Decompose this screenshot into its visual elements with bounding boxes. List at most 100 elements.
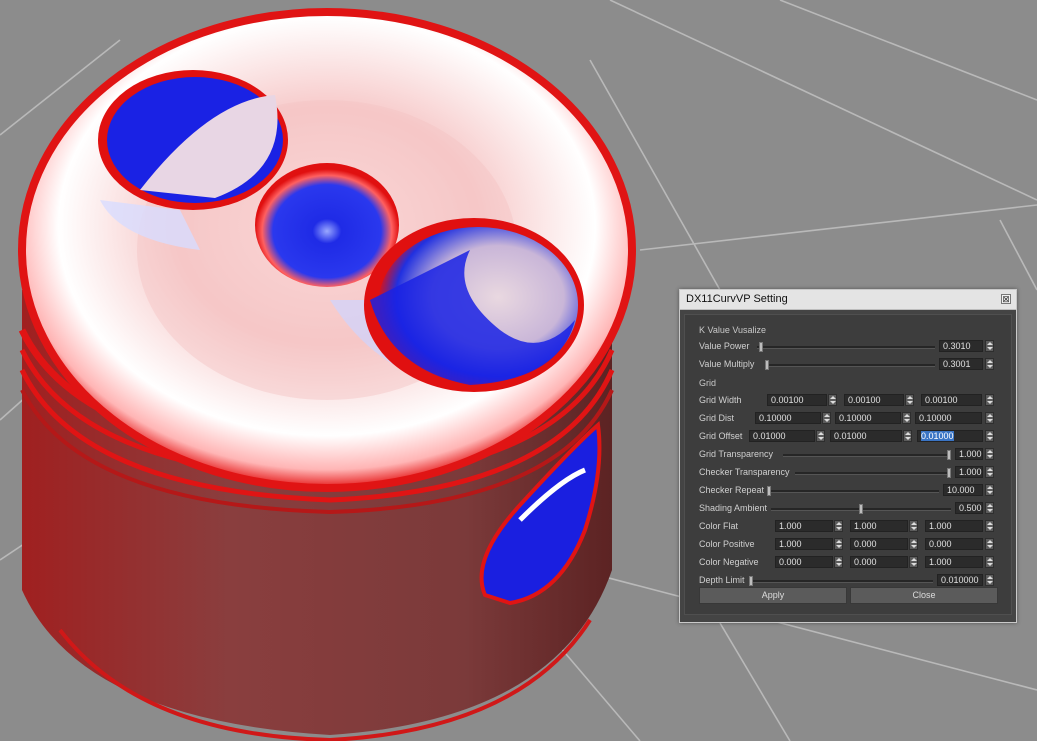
grid-dist-z-spinner[interactable] <box>985 412 994 424</box>
grid-transparency-spinner[interactable] <box>985 448 994 460</box>
grid-dist-y-spinner[interactable] <box>902 412 911 424</box>
grid-width-z-field[interactable]: 0.00100 <box>921 394 982 406</box>
depth-limit-field[interactable]: 0.010000 <box>937 574 983 586</box>
color-negative-r-field[interactable]: 0.000 <box>775 556 833 568</box>
checker-transparency-slider-thumb[interactable] <box>947 468 951 478</box>
grid-width-y-spinner[interactable] <box>905 394 914 406</box>
value-multiply-value: 0.3001 <box>943 359 971 369</box>
grid-width-x-spinner[interactable] <box>828 394 837 406</box>
color-flat-g-value: 1.000 <box>854 521 877 531</box>
shading-ambient-slider-thumb[interactable] <box>859 504 863 514</box>
row-value-power: Value Power 0.3010 <box>699 338 1011 356</box>
dialog-titlebar[interactable]: DX11CurvVP Setting ⊠ <box>680 290 1016 310</box>
checker-repeat-value: 10.000 <box>947 485 975 495</box>
grid-dist-z-field[interactable]: 0.10000 <box>915 412 982 424</box>
apply-button[interactable]: Apply <box>699 587 847 604</box>
color-positive-b-spinner[interactable] <box>985 538 994 550</box>
row-grid-dist: Grid Dist 0.10000 0.10000 0.10000 <box>699 410 1011 428</box>
value-multiply-label: Value Multiply <box>699 359 755 369</box>
value-power-label: Value Power <box>699 341 750 351</box>
color-flat-g-field[interactable]: 1.000 <box>850 520 908 532</box>
grid-offset-x-value: 0.01000 <box>753 431 786 441</box>
grid-dist-y-field[interactable]: 0.10000 <box>835 412 901 424</box>
color-positive-b-field[interactable]: 0.000 <box>925 538 983 550</box>
color-positive-g-field[interactable]: 0.000 <box>850 538 908 550</box>
shading-ambient-value: 0.500 <box>959 503 982 513</box>
color-positive-r-field[interactable]: 1.000 <box>775 538 833 550</box>
value-power-slider-thumb[interactable] <box>759 342 763 352</box>
grid-dist-x-spinner[interactable] <box>822 412 831 424</box>
color-negative-g-field[interactable]: 0.000 <box>850 556 908 568</box>
color-negative-r-spinner[interactable] <box>834 556 843 568</box>
grid-width-x-field[interactable]: 0.00100 <box>767 394 827 406</box>
checker-transparency-field[interactable]: 1.000 <box>955 466 983 478</box>
shading-ambient-label: Shading Ambient <box>699 503 768 513</box>
checker-repeat-spinner[interactable] <box>985 484 994 496</box>
value-multiply-slider[interactable] <box>765 360 935 370</box>
value-power-value: 0.3010 <box>943 341 971 351</box>
row-shading-ambient: Shading Ambient 0.500 <box>699 500 1011 518</box>
value-power-field[interactable]: 0.3010 <box>939 340 983 352</box>
color-negative-g-spinner[interactable] <box>909 556 918 568</box>
depth-limit-spinner[interactable] <box>985 574 994 586</box>
shading-ambient-slider[interactable] <box>771 504 951 514</box>
depth-limit-value: 0.010000 <box>941 575 979 585</box>
color-negative-b-value: 1.000 <box>929 557 952 567</box>
row-checker-transparency: Checker Transparency 1.000 <box>699 464 1011 482</box>
value-multiply-spinner[interactable] <box>985 358 994 370</box>
grid-width-y-field[interactable]: 0.00100 <box>844 394 904 406</box>
close-icon[interactable]: ⊠ <box>1001 294 1011 304</box>
color-flat-b-spinner[interactable] <box>985 520 994 532</box>
color-positive-r-spinner[interactable] <box>834 538 843 550</box>
color-flat-b-field[interactable]: 1.000 <box>925 520 983 532</box>
color-negative-b-field[interactable]: 1.000 <box>925 556 983 568</box>
value-power-slider[interactable] <box>757 342 935 352</box>
section-k-value: K Value Vusalize <box>699 325 767 335</box>
depth-limit-slider[interactable] <box>749 576 933 586</box>
dialog-content: K Value Vusalize Value Power 0.3010 Valu… <box>684 314 1012 615</box>
section-grid: Grid <box>699 378 717 388</box>
grid-offset-y-spinner[interactable] <box>903 430 912 442</box>
checker-transparency-spinner[interactable] <box>985 466 994 478</box>
color-positive-b-value: 0.000 <box>929 539 952 549</box>
grid-offset-z-spinner[interactable] <box>985 430 994 442</box>
close-button[interactable]: Close <box>850 587 998 604</box>
grid-offset-y-field[interactable]: 0.01000 <box>830 430 902 442</box>
color-flat-g-spinner[interactable] <box>909 520 918 532</box>
color-flat-label: Color Flat <box>699 521 739 531</box>
checker-repeat-label: Checker Repeat <box>699 485 765 495</box>
color-flat-r-spinner[interactable] <box>834 520 843 532</box>
shading-ambient-field[interactable]: 0.500 <box>955 502 983 514</box>
color-flat-r-value: 1.000 <box>779 521 802 531</box>
checker-repeat-slider-thumb[interactable] <box>767 486 771 496</box>
depth-limit-label: Depth Limit <box>699 575 745 585</box>
grid-width-z-spinner[interactable] <box>985 394 994 406</box>
value-multiply-slider-thumb[interactable] <box>765 360 769 370</box>
value-multiply-field[interactable]: 0.3001 <box>939 358 983 370</box>
checker-transparency-value: 1.000 <box>959 467 982 477</box>
grid-offset-x-field[interactable]: 0.01000 <box>749 430 815 442</box>
color-positive-g-spinner[interactable] <box>909 538 918 550</box>
checker-transparency-slider[interactable] <box>795 468 951 478</box>
grid-dist-z-value: 0.10000 <box>919 413 952 423</box>
grid-transparency-field[interactable]: 1.000 <box>955 448 983 460</box>
shading-ambient-spinner[interactable] <box>985 502 994 514</box>
color-flat-r-field[interactable]: 1.000 <box>775 520 833 532</box>
value-power-spinner[interactable] <box>985 340 994 352</box>
color-negative-g-value: 0.000 <box>854 557 877 567</box>
grid-dist-x-field[interactable]: 0.10000 <box>755 412 821 424</box>
row-grid-width: Grid Width 0.00100 0.00100 0.00100 <box>699 392 1011 410</box>
color-positive-g-value: 0.000 <box>854 539 877 549</box>
checker-repeat-slider[interactable] <box>767 486 939 496</box>
grid-transparency-slider-thumb[interactable] <box>947 450 951 460</box>
grid-transparency-slider[interactable] <box>783 450 951 460</box>
grid-dist-y-value: 0.10000 <box>839 413 872 423</box>
grid-width-x-value: 0.00100 <box>771 395 804 405</box>
checker-repeat-field[interactable]: 10.000 <box>943 484 983 496</box>
grid-offset-x-spinner[interactable] <box>816 430 825 442</box>
piston-model <box>18 8 636 741</box>
grid-offset-z-field[interactable]: 0.01000 <box>917 430 983 442</box>
depth-limit-slider-thumb[interactable] <box>749 576 753 586</box>
color-negative-b-spinner[interactable] <box>985 556 994 568</box>
grid-offset-z-value: 0.01000 <box>921 431 954 441</box>
